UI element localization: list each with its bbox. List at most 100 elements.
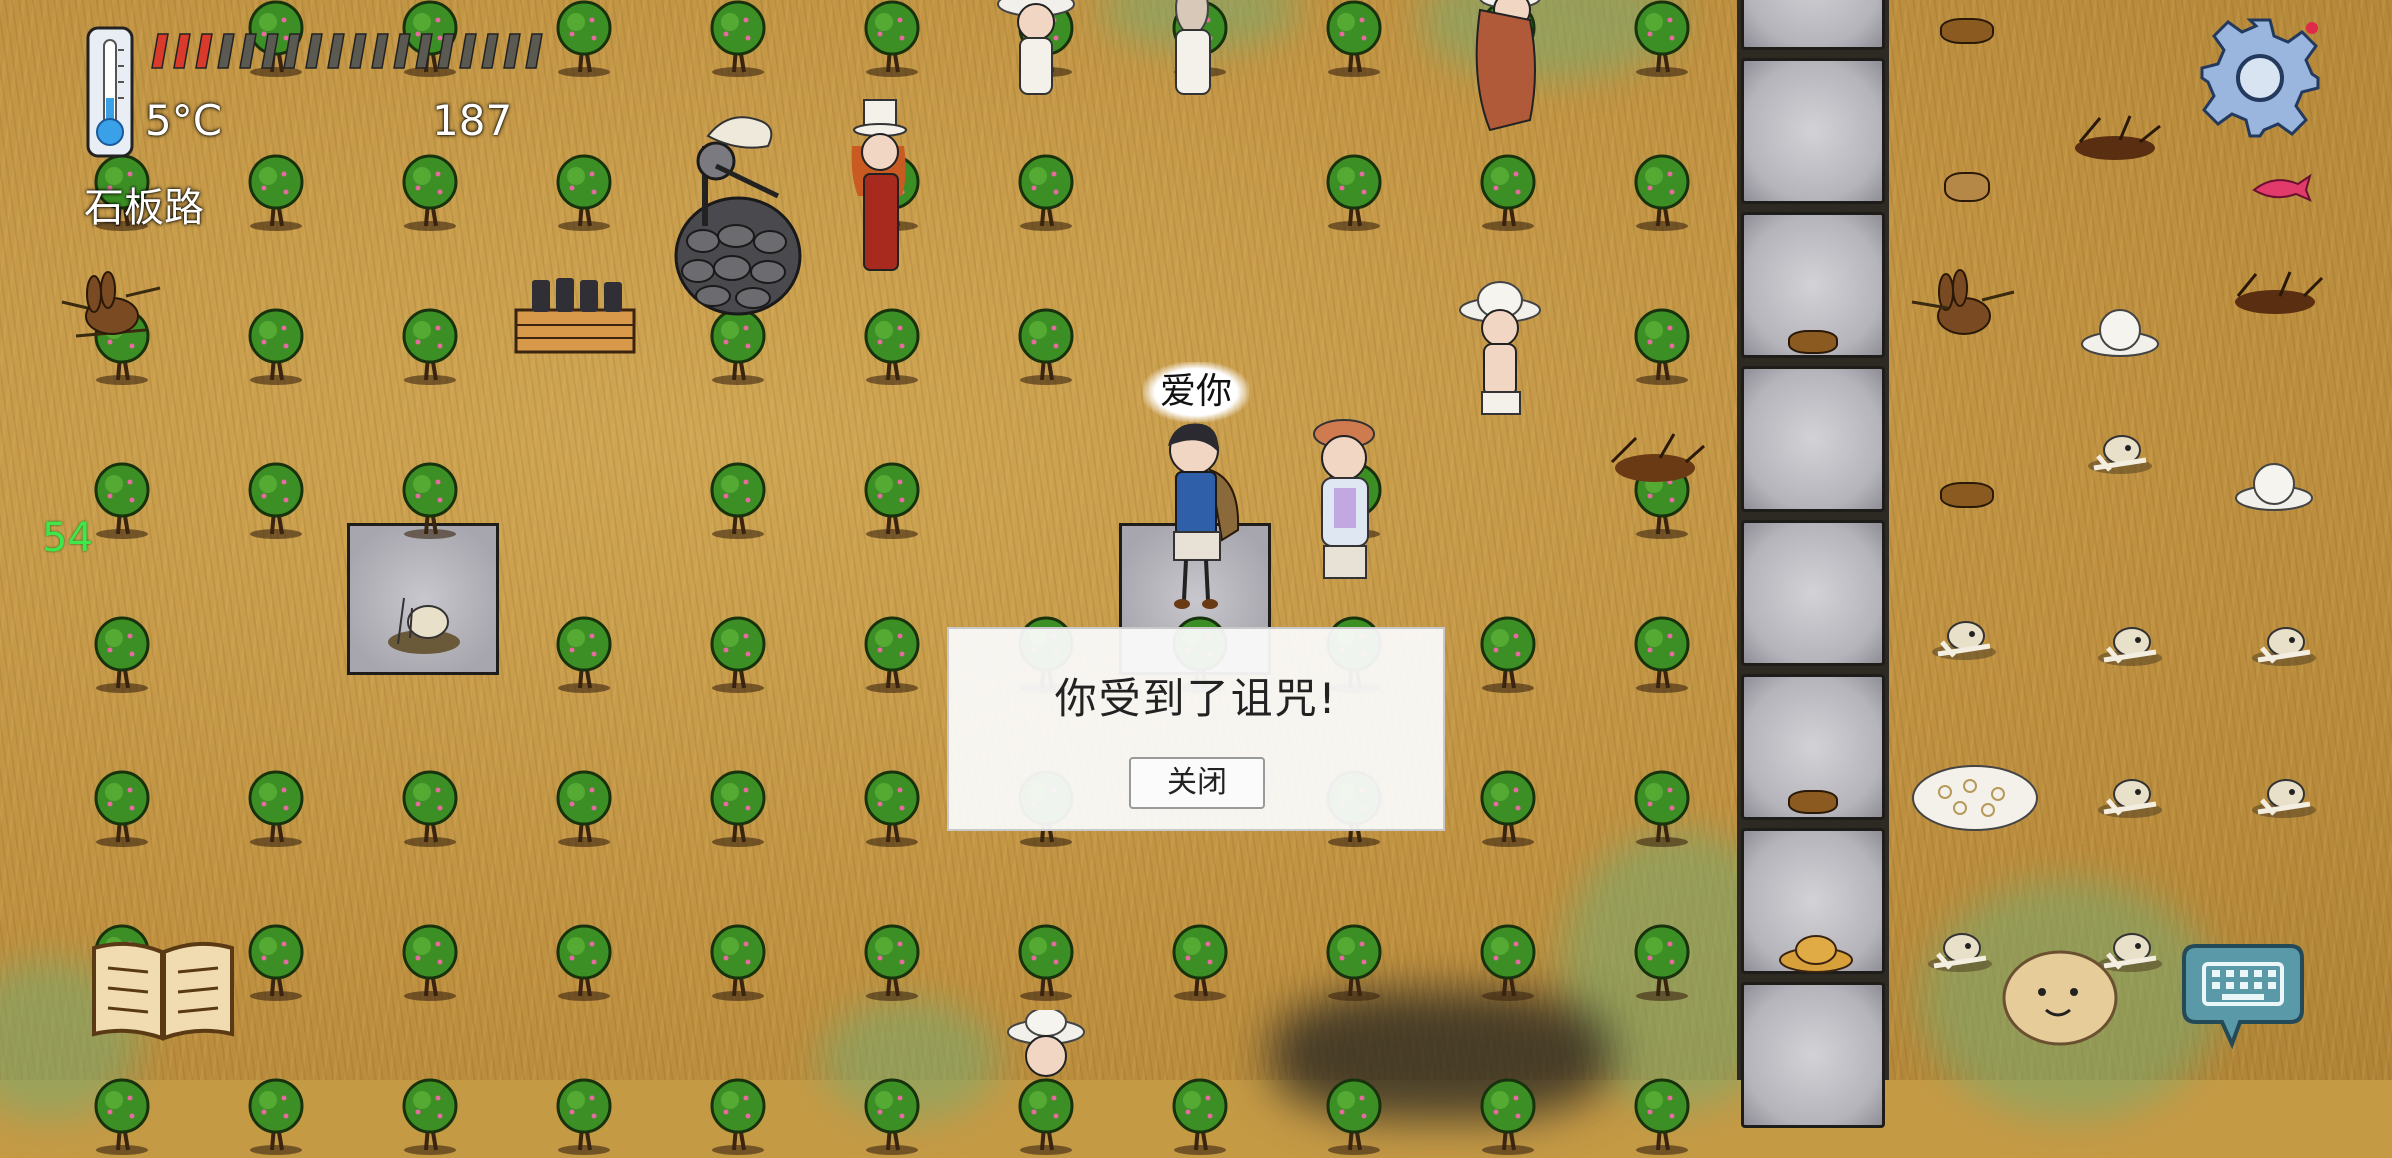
pink-fish[interactable] — [2250, 170, 2314, 204]
player-character[interactable] — [1150, 410, 1254, 620]
bone-pile[interactable] — [2080, 426, 2160, 478]
berry-bush[interactable] — [1322, 152, 1386, 234]
berry-bush[interactable] — [706, 614, 770, 696]
berry-bush[interactable] — [90, 1076, 154, 1158]
stone-well-with-grindstone[interactable] — [668, 106, 808, 320]
berry-bush[interactable] — [1014, 922, 1078, 1004]
berry-bush[interactable] — [398, 768, 462, 850]
basket[interactable] — [1944, 172, 1990, 202]
emote-face-icon[interactable] — [2000, 944, 2122, 1048]
villager[interactable] — [1460, 0, 1550, 140]
berry-bush[interactable] — [552, 614, 616, 696]
villager[interactable] — [994, 0, 1078, 110]
recipe-book-icon[interactable] — [88, 938, 238, 1046]
berry-bush[interactable] — [1476, 922, 1540, 1004]
berry-bush[interactable] — [1322, 922, 1386, 1004]
berry-bush[interactable] — [1476, 152, 1540, 234]
villager[interactable] — [1150, 0, 1234, 110]
straw-hat[interactable] — [2078, 302, 2162, 360]
gear-icon[interactable] — [2196, 14, 2324, 142]
road-tile[interactable] — [1741, 58, 1885, 204]
bone-pile[interactable] — [1920, 924, 2000, 976]
villager[interactable] — [1300, 412, 1390, 588]
berry-bush[interactable] — [1630, 614, 1694, 696]
wool-fleece[interactable] — [1910, 762, 2040, 834]
rabbit[interactable] — [56, 266, 166, 350]
berry-bush[interactable] — [1476, 614, 1540, 696]
straw-hat[interactable] — [2232, 456, 2316, 514]
berry-bush[interactable] — [706, 460, 770, 542]
berry-bush[interactable] — [1630, 922, 1694, 1004]
berry-bush[interactable] — [706, 1076, 770, 1158]
berry-bush[interactable] — [552, 0, 616, 80]
close-button[interactable]: 关闭 — [1129, 757, 1265, 809]
berry-bush[interactable] — [90, 614, 154, 696]
basket[interactable] — [1788, 790, 1838, 814]
berry-bush[interactable] — [860, 768, 924, 850]
berry-bush[interactable] — [706, 922, 770, 1004]
road-tile[interactable] — [1741, 366, 1885, 512]
crate-with-bottles[interactable] — [510, 270, 640, 356]
berry-bush[interactable] — [90, 768, 154, 850]
berry-bush[interactable] — [1630, 1076, 1694, 1158]
bone-pile[interactable] — [2090, 618, 2170, 670]
berry-bush[interactable] — [860, 306, 924, 388]
villager[interactable] — [1004, 1010, 1088, 1080]
berry-bush[interactable] — [706, 0, 770, 80]
villager[interactable] — [1458, 280, 1542, 420]
berry-bush[interactable] — [706, 768, 770, 850]
berry-bush[interactable] — [1322, 0, 1386, 80]
rabbit-hole[interactable] — [1600, 428, 1710, 498]
bone-pile[interactable] — [2090, 770, 2170, 822]
berry-bush[interactable] — [552, 922, 616, 1004]
berry-bush[interactable] — [398, 922, 462, 1004]
straw-hat[interactable] — [1776, 928, 1856, 976]
berry-bush[interactable] — [244, 460, 308, 542]
berry-bush[interactable] — [1630, 152, 1694, 234]
berry-bush[interactable] — [552, 1076, 616, 1158]
berry-bush[interactable] — [244, 922, 308, 1004]
road-tile[interactable] — [1741, 982, 1885, 1128]
bone-pile[interactable] — [2244, 770, 2324, 822]
basket[interactable] — [1940, 18, 1994, 44]
berry-bush[interactable] — [1630, 0, 1694, 80]
berry-bush[interactable] — [860, 922, 924, 1004]
goose-nest[interactable] — [382, 588, 466, 658]
stone-road[interactable] — [1737, 0, 1889, 1128]
rabbit-hole[interactable] — [2220, 266, 2330, 322]
berry-bush[interactable] — [398, 460, 462, 542]
berry-bush[interactable] — [1476, 768, 1540, 850]
berry-bush[interactable] — [244, 1076, 308, 1158]
villager[interactable] — [836, 96, 920, 276]
berry-bush[interactable] — [1630, 306, 1694, 388]
berry-bush[interactable] — [1630, 768, 1694, 850]
berry-bush[interactable] — [860, 1076, 924, 1158]
berry-bush[interactable] — [1168, 1076, 1232, 1158]
rabbit-hole[interactable] — [2060, 112, 2170, 168]
berry-bush[interactable] — [398, 1076, 462, 1158]
berry-bush[interactable] — [1014, 306, 1078, 388]
bone-pile[interactable] — [1924, 612, 2004, 664]
berry-bush[interactable] — [860, 460, 924, 542]
basket[interactable] — [1788, 330, 1838, 354]
berry-bush[interactable] — [244, 152, 308, 234]
berry-bush[interactable] — [552, 768, 616, 850]
berry-bush[interactable] — [1014, 152, 1078, 234]
berry-bush[interactable] — [552, 152, 616, 234]
berry-bush[interactable] — [1168, 922, 1232, 1004]
berry-bush[interactable] — [244, 306, 308, 388]
game-world[interactable] — [0, 0, 2392, 1155]
berry-bush[interactable] — [398, 306, 462, 388]
rabbit[interactable] — [1908, 262, 2018, 352]
berry-bush[interactable] — [1014, 1076, 1078, 1158]
berry-bush[interactable] — [1322, 1076, 1386, 1158]
berry-bush[interactable] — [244, 768, 308, 850]
berry-bush[interactable] — [860, 0, 924, 80]
basket[interactable] — [1940, 482, 1994, 508]
road-tile[interactable] — [1741, 520, 1885, 666]
bone-pile[interactable] — [2244, 618, 2324, 670]
berry-bush[interactable] — [398, 152, 462, 234]
berry-bush[interactable] — [860, 614, 924, 696]
keyboard-icon[interactable] — [2176, 940, 2310, 1052]
road-tile[interactable] — [1741, 0, 1885, 50]
